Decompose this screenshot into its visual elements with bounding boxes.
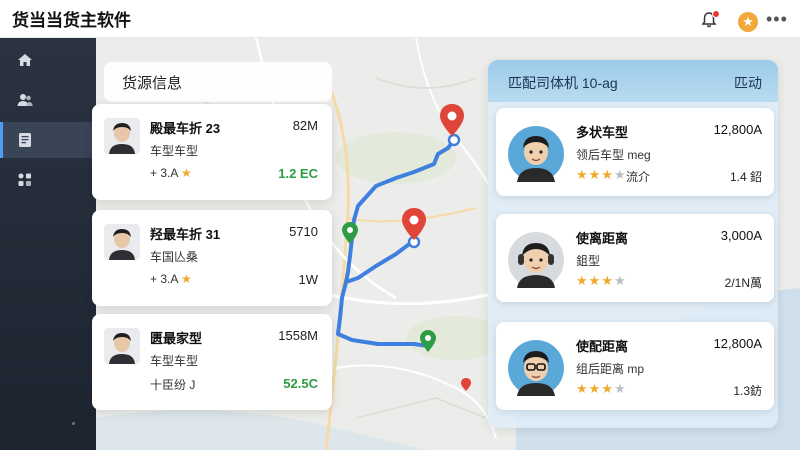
driver-name: 多状车型 bbox=[576, 125, 629, 140]
cargo-name: 羟最车折 31 bbox=[150, 227, 221, 242]
cargo-rating-text: 十臣纷 J bbox=[150, 378, 196, 392]
sidebar-indicator-dot bbox=[72, 422, 75, 425]
driver-meta: 2/1N萬 bbox=[724, 276, 762, 290]
driver-name: 使离距离 bbox=[576, 231, 629, 246]
driver-extra-info: 流介 bbox=[626, 170, 651, 184]
match-action-button[interactable]: 匹动 bbox=[734, 73, 762, 93]
cargo-rating: + 3.A ★ bbox=[150, 166, 192, 180]
cargo-vehicle-type: 车型车型 bbox=[150, 144, 199, 158]
app-title: 货当当货主软件 bbox=[12, 11, 131, 31]
star-icon: ★ bbox=[181, 166, 192, 180]
star-empty-icon: ★ bbox=[613, 273, 627, 288]
cargo-card[interactable]: 匮最家型 1558M 车型车型 十臣纷 J 52.5C bbox=[92, 314, 332, 410]
driver-value: 12,800A bbox=[713, 122, 762, 137]
sidebar-item-documents[interactable] bbox=[0, 122, 96, 158]
favorite-star-icon[interactable]: ★ bbox=[738, 12, 758, 32]
driver-star-rating: ★★★★ bbox=[576, 273, 627, 289]
cargo-name: 殿最车折 23 bbox=[150, 121, 221, 136]
star-empty-icon: ★ bbox=[613, 381, 627, 396]
document-icon bbox=[19, 133, 31, 147]
star-icon: ★ bbox=[181, 272, 192, 286]
star-icon: ★ bbox=[588, 167, 602, 182]
star-icon: ★ bbox=[588, 273, 602, 288]
star-icon: ★ bbox=[588, 381, 602, 396]
cargo-panel-header: 货源信息 bbox=[104, 62, 332, 102]
cargo-vehicle-type: 车国亾桑 bbox=[150, 250, 199, 264]
cargo-vehicle-type: 车型车型 bbox=[150, 354, 199, 368]
driver-star-rating: ★★★★ bbox=[576, 381, 627, 397]
star-icon: ★ bbox=[576, 381, 589, 396]
driver-meta: 1.3鈁 bbox=[733, 384, 762, 398]
cargo-rating-text: + 3.A bbox=[150, 272, 178, 286]
driver-value: 12,800A bbox=[713, 336, 762, 351]
cargo-rating: 十臣纷 J bbox=[150, 376, 195, 393]
match-panel-header: 匹配司体机 10-ag 匹动 bbox=[488, 60, 778, 102]
cargo-panel-title: 货源信息 bbox=[122, 75, 183, 92]
cargo-card[interactable]: 殿最车折 23 82M 车型车型 + 3.A ★ 1.2 EC bbox=[92, 104, 332, 200]
users-icon bbox=[17, 94, 33, 106]
star-icon: ★ bbox=[576, 273, 589, 288]
cargo-price: 1.2 EC bbox=[278, 166, 318, 181]
sidebar-item-users[interactable] bbox=[0, 82, 96, 118]
more-options-icon[interactable]: ••• bbox=[766, 10, 788, 28]
driver-vehicle-info: 领后车型 meg bbox=[576, 148, 651, 162]
avatar bbox=[104, 224, 140, 260]
driver-card[interactable]: 使配距离 12,800A 组后距离 mp ★★★★ 1.3鈁 bbox=[496, 322, 774, 410]
home-icon bbox=[18, 54, 32, 66]
cargo-price: 1W bbox=[298, 272, 319, 287]
driver-meta: 1.4 鉊 bbox=[729, 170, 762, 184]
match-panel-title: 匹配司体机 10-ag bbox=[508, 75, 618, 91]
star-icon: ★ bbox=[576, 167, 589, 182]
driver-card[interactable]: 使离距离 3,000A 鉏型 ★★★★ 2/1N萬 bbox=[496, 214, 774, 302]
cargo-rating: + 3.A ★ bbox=[150, 272, 192, 286]
sidebar-item-home[interactable] bbox=[0, 42, 96, 78]
driver-name: 使配距离 bbox=[576, 339, 629, 354]
avatar bbox=[508, 126, 564, 182]
driver-vehicle-info: 组后距离 mp bbox=[576, 362, 645, 376]
star-icon: ★ bbox=[601, 167, 614, 182]
sidebar-item-apps[interactable] bbox=[0, 162, 96, 198]
cargo-name: 匮最家型 bbox=[150, 331, 203, 346]
route-start-node bbox=[447, 133, 461, 147]
cargo-distance: 82M bbox=[292, 118, 318, 133]
cargo-distance: 1558M bbox=[278, 328, 318, 343]
app-header: 货当当货主软件 ★ ••• bbox=[0, 0, 800, 38]
cargo-price: 52.5C bbox=[283, 376, 318, 391]
star-empty-icon: ★ bbox=[613, 167, 627, 182]
sidebar bbox=[0, 38, 96, 450]
apps-icon bbox=[18, 173, 31, 186]
driver-card[interactable]: 多状车型 12,800A 领后车型 meg ★★★★ 流介 1.4 鉊 bbox=[496, 108, 774, 196]
star-icon: ★ bbox=[601, 381, 614, 396]
avatar bbox=[104, 328, 140, 364]
cargo-distance: 5710 bbox=[289, 224, 318, 239]
cargo-rating-text: + 3.A bbox=[150, 166, 178, 180]
avatar bbox=[508, 340, 564, 396]
avatar bbox=[508, 232, 564, 288]
driver-star-rating: ★★★★ bbox=[576, 167, 627, 183]
driver-value: 3,000A bbox=[720, 228, 762, 243]
driver-vehicle-info: 鉏型 bbox=[576, 254, 601, 268]
cargo-card[interactable]: 羟最车折 31 5710 车国亾桑 + 3.A ★ 1W bbox=[92, 210, 332, 306]
notification-badge bbox=[712, 10, 720, 18]
avatar bbox=[104, 118, 140, 154]
star-icon: ★ bbox=[601, 273, 614, 288]
